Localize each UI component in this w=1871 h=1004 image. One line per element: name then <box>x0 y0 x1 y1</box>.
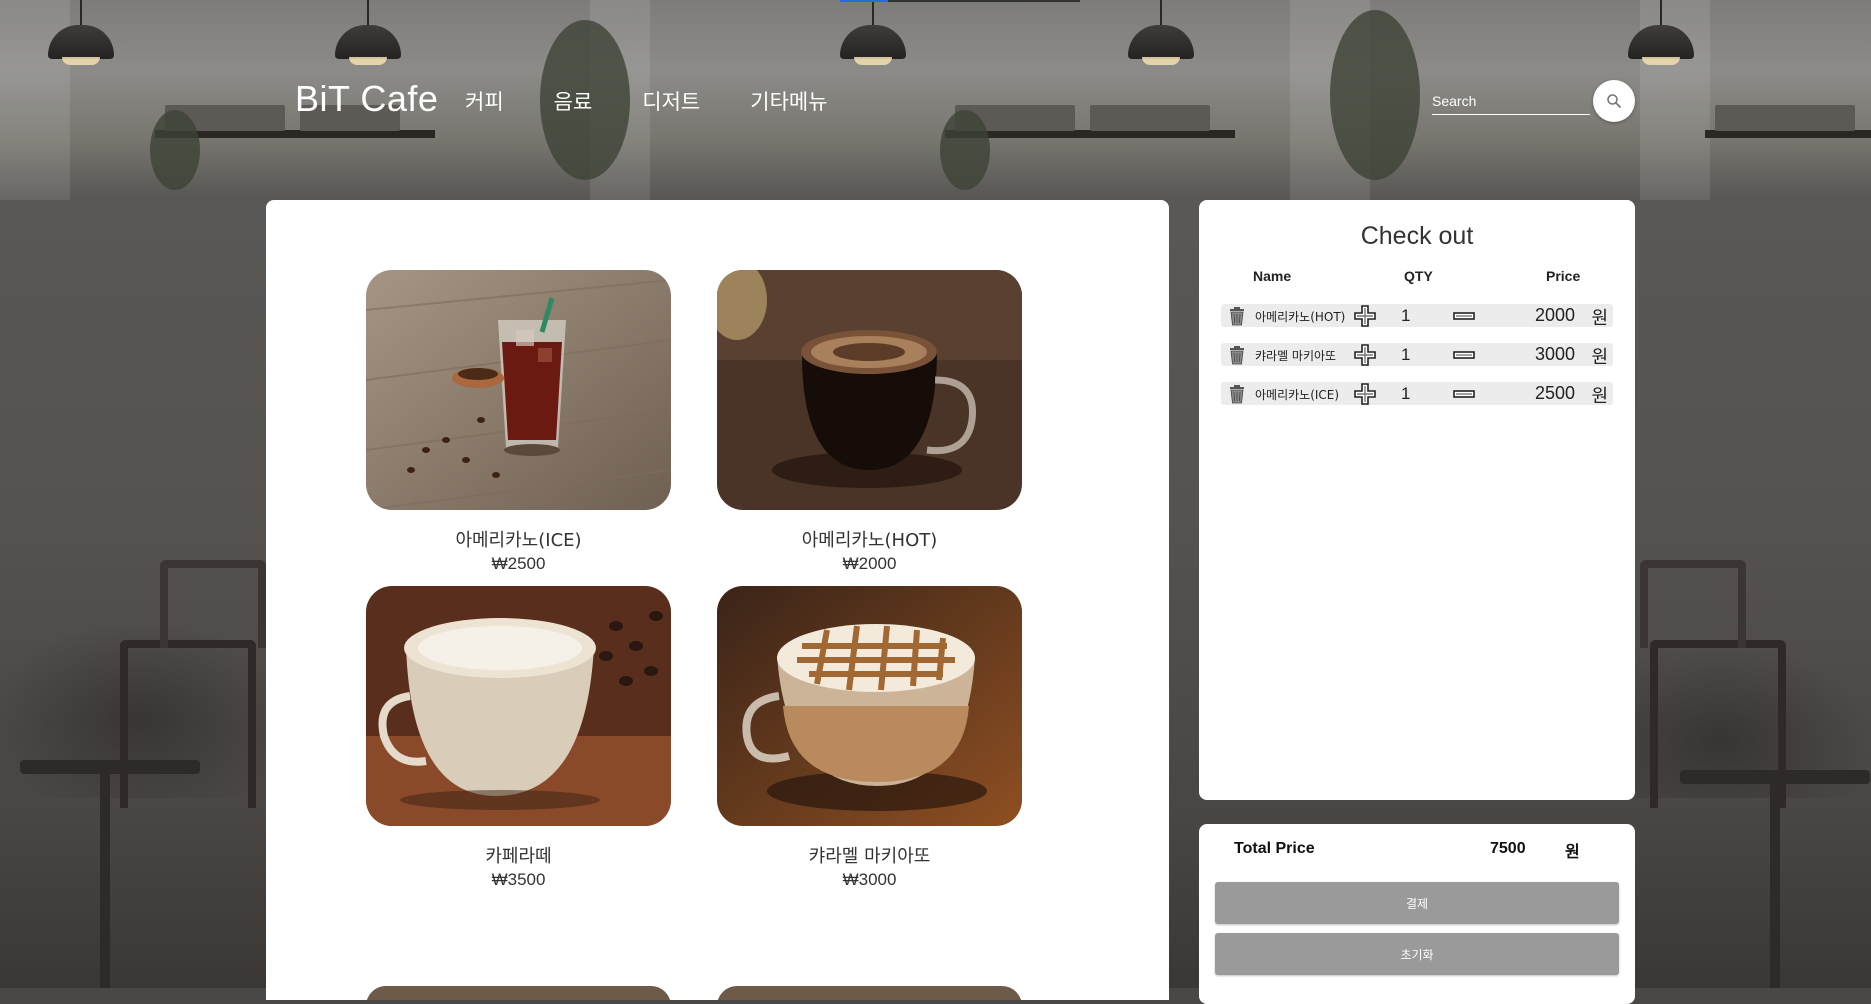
reset-button[interactable]: 초기화 <box>1215 933 1619 975</box>
plus-icon[interactable] <box>1354 305 1376 327</box>
main-nav: 커피 음료 디저트 기타메뉴 <box>465 86 878 116</box>
checkout-item-price: 3000 <box>1534 344 1575 364</box>
menu-card[interactable]: 아메리카노(ICE) ₩2500 <box>366 270 671 574</box>
column-header-name: Name <box>1253 268 1292 284</box>
checkout-item-qty: 1 <box>1401 306 1411 325</box>
checkout-item-qty: 1 <box>1401 384 1411 403</box>
checkout-item-name: 아메리카노(HOT) <box>1255 310 1346 324</box>
currency-unit: 원 <box>1565 842 1580 861</box>
brand-logo[interactable]: BiT Cafe <box>295 78 438 120</box>
total-price-value: 7500 <box>1490 840 1526 857</box>
menu-item-image <box>366 986 671 1000</box>
search-icon <box>1607 94 1621 108</box>
checkout-item-price: 2500 <box>1534 383 1575 403</box>
checkout-row: 아메리카노(ICE) 1 2500 원 <box>1221 382 1613 407</box>
currency-unit: 원 <box>1591 308 1608 329</box>
menu-item-name: 카페라떼 <box>485 846 552 867</box>
checkout-item-price: 2000 <box>1534 305 1575 325</box>
nav-item-other-menu[interactable]: 기타메뉴 <box>750 86 827 116</box>
checkout-row: 아메리카노(HOT) 1 2000 원 <box>1221 304 1613 329</box>
checkout-row: 캬라멜 마키아또 1 3000 원 <box>1221 343 1613 368</box>
menu-item-price: ₩2500 <box>491 554 546 573</box>
checkout-panel: Check out Name QTY Price 아메리카노(HOT) 1 20… <box>1199 200 1635 800</box>
checkout-item-name: 아메리카노(ICE) <box>1255 388 1340 402</box>
menu-item-image <box>366 270 671 510</box>
minus-icon[interactable] <box>1453 344 1475 366</box>
menu-item-image <box>717 586 1022 826</box>
menu-item-price: ₩3000 <box>842 870 897 889</box>
plus-icon[interactable] <box>1354 383 1376 405</box>
menu-item-price: ₩2000 <box>842 554 897 573</box>
nav-item-coffee[interactable]: 커피 <box>465 86 504 116</box>
checkout-item-qty: 1 <box>1401 345 1411 364</box>
site-header: BiT Cafe 커피 음료 디저트 기타메뉴 <box>0 0 1871 200</box>
menu-item-image <box>717 270 1022 510</box>
menu-panel: 아메리카노(ICE) ₩2500 아메리카노(HOT) ₩2000 카페라떼 ₩… <box>266 200 1169 1000</box>
search-input[interactable] <box>1432 88 1590 115</box>
trash-icon[interactable] <box>1227 345 1247 365</box>
search-bar <box>1432 80 1636 122</box>
plus-icon[interactable] <box>1354 344 1376 366</box>
minus-icon[interactable] <box>1453 305 1475 327</box>
currency-unit: 원 <box>1591 347 1608 368</box>
column-header-price: Price <box>1546 268 1581 284</box>
currency-unit: 원 <box>1591 386 1608 407</box>
checkout-title: Check out <box>1360 222 1474 250</box>
column-header-qty: QTY <box>1404 268 1433 284</box>
total-price-label: Total Price <box>1234 840 1315 857</box>
trash-icon[interactable] <box>1227 384 1247 404</box>
menu-item-name: 아메리카노(ICE) <box>455 530 582 551</box>
search-button[interactable] <box>1593 80 1635 122</box>
total-panel: Total Price 7500 원 결제 초기화 <box>1199 824 1635 1004</box>
nav-item-dessert[interactable]: 디저트 <box>642 86 700 116</box>
trash-icon[interactable] <box>1227 306 1247 326</box>
nav-item-drinks[interactable]: 음료 <box>554 86 593 116</box>
menu-item-name: 아메리카노(HOT) <box>801 530 938 551</box>
menu-item-image <box>717 986 1022 1000</box>
menu-item-image <box>366 586 671 826</box>
menu-item-name: 캬라멜 마키아또 <box>808 846 931 867</box>
menu-item-price: ₩3500 <box>491 870 546 889</box>
minus-icon[interactable] <box>1453 383 1475 405</box>
menu-card[interactable]: 카페라떼 ₩3500 <box>366 586 671 890</box>
menu-card[interactable]: 캬라멜 마키아또 ₩3000 <box>717 586 1022 890</box>
menu-card[interactable]: 아메리카노(HOT) ₩2000 <box>717 270 1022 574</box>
checkout-item-name: 캬라멜 마키아또 <box>1255 349 1337 363</box>
pay-button[interactable]: 결제 <box>1215 882 1619 924</box>
